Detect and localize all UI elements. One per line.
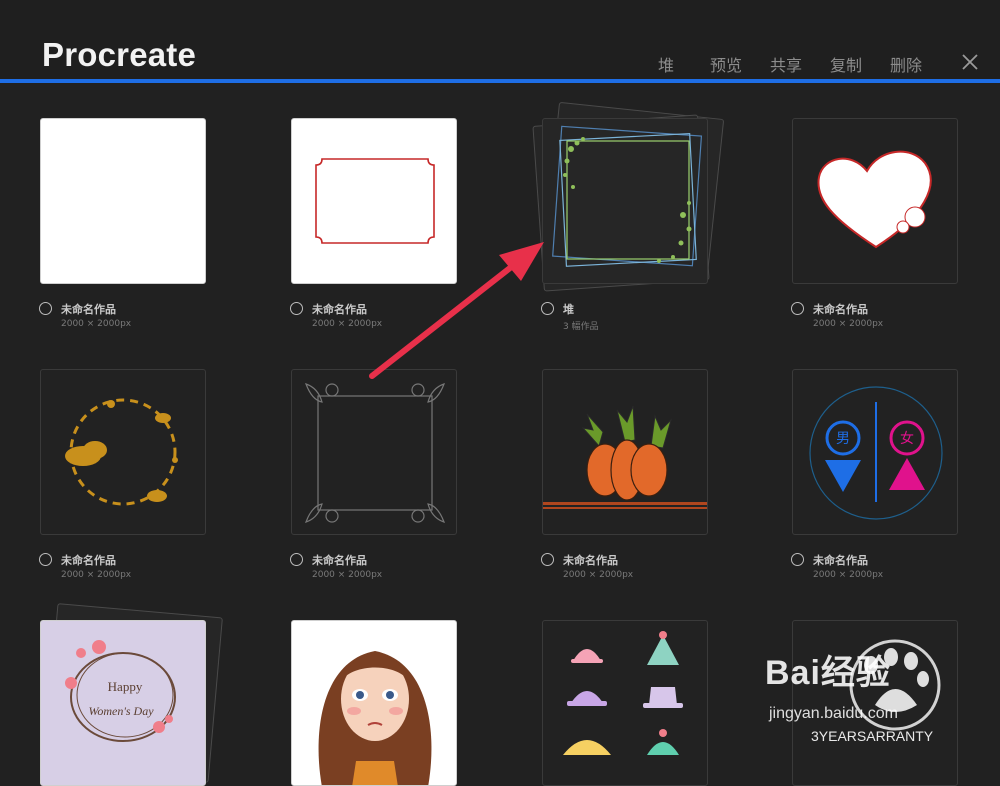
watermark-badge: 3YEARSARRANTY bbox=[811, 728, 934, 744]
stack-thumbnail[interactable]: Happy Women's Day bbox=[40, 603, 223, 786]
artwork-size: 2000 × 2000px bbox=[61, 319, 132, 329]
artwork-size: 2000 × 2000px bbox=[61, 570, 132, 580]
label-frame-art bbox=[315, 158, 435, 244]
artwork-thumbnail[interactable] bbox=[40, 369, 206, 535]
artwork-size: 2000 × 2000px bbox=[312, 570, 383, 580]
female-label: 女 bbox=[900, 430, 914, 447]
baidu-watermark: Bai经验 jingyan.baidu.com 3YEARSARRANTY bbox=[765, 635, 995, 750]
header-actions: 堆 预览 共享 复制 删除 bbox=[636, 52, 936, 76]
restroom-sign-art: 男 女 bbox=[809, 386, 943, 520]
artwork-title: 未命名作品 bbox=[61, 554, 116, 567]
artwork-thumbnail[interactable] bbox=[40, 118, 206, 284]
artwork-title: 未命名作品 bbox=[61, 303, 116, 316]
carrots-art bbox=[543, 405, 707, 509]
stack-top-art bbox=[542, 118, 708, 284]
heart-art bbox=[817, 150, 932, 249]
artwork-size: 2000 × 2000px bbox=[813, 570, 884, 580]
artwork-size: 2000 × 2000px bbox=[813, 319, 884, 329]
artwork-thumbnail[interactable] bbox=[291, 118, 457, 284]
happy-label: Happy bbox=[108, 679, 143, 694]
watermark-logo-text: Bai经验 bbox=[765, 654, 891, 692]
artwork-title: 未命名作品 bbox=[312, 303, 367, 316]
stack-thumbnail[interactable] bbox=[532, 101, 725, 292]
golden-wreath-art bbox=[65, 398, 178, 506]
select-radio[interactable] bbox=[39, 553, 52, 566]
artwork-title: 未命名作品 bbox=[813, 554, 868, 567]
artwork-thumbnail[interactable] bbox=[291, 620, 457, 786]
artwork-thumbnail[interactable] bbox=[542, 620, 708, 786]
share-button[interactable]: 共享 bbox=[756, 52, 816, 76]
womens-day-label: Women's Day bbox=[88, 704, 154, 718]
app-title: Procreate bbox=[42, 36, 197, 73]
artwork-title: 未命名作品 bbox=[312, 554, 367, 567]
artwork-thumbnail[interactable] bbox=[542, 369, 708, 535]
artwork-title: 未命名作品 bbox=[563, 554, 618, 567]
select-radio[interactable] bbox=[791, 302, 804, 315]
artwork-size: 2000 × 2000px bbox=[563, 570, 634, 580]
artwork-thumbnail[interactable] bbox=[291, 369, 457, 535]
delete-button[interactable]: 删除 bbox=[876, 52, 936, 76]
select-radio[interactable] bbox=[39, 302, 52, 315]
select-radio[interactable] bbox=[290, 302, 303, 315]
watermark-url: jingyan.baidu.com bbox=[769, 705, 898, 722]
artwork-size: 2000 × 2000px bbox=[312, 319, 383, 329]
close-icon[interactable] bbox=[960, 52, 980, 72]
selection-mode-bar bbox=[0, 79, 1000, 83]
duplicate-button[interactable]: 复制 bbox=[816, 52, 876, 76]
male-label: 男 bbox=[836, 431, 850, 447]
girl-portrait-art bbox=[318, 651, 432, 785]
ornate-frame-art bbox=[304, 383, 446, 523]
stack-top-art: Happy Women's Day bbox=[40, 620, 206, 786]
preview-button[interactable]: 预览 bbox=[696, 52, 756, 76]
stack-count: 3 幅作品 bbox=[563, 322, 599, 332]
select-radio[interactable] bbox=[290, 553, 303, 566]
stack-button[interactable]: 堆 bbox=[636, 52, 696, 76]
select-radio[interactable] bbox=[791, 553, 804, 566]
stack-title: 堆 bbox=[563, 303, 574, 316]
hats-art bbox=[563, 631, 683, 755]
artwork-thumbnail[interactable]: 男 女 bbox=[792, 369, 958, 535]
top-bar: Procreate 堆 预览 共享 复制 删除 bbox=[0, 0, 1000, 80]
select-radio[interactable] bbox=[541, 302, 554, 315]
select-radio[interactable] bbox=[541, 553, 554, 566]
artwork-title: 未命名作品 bbox=[813, 303, 868, 316]
artwork-thumbnail[interactable] bbox=[792, 118, 958, 284]
